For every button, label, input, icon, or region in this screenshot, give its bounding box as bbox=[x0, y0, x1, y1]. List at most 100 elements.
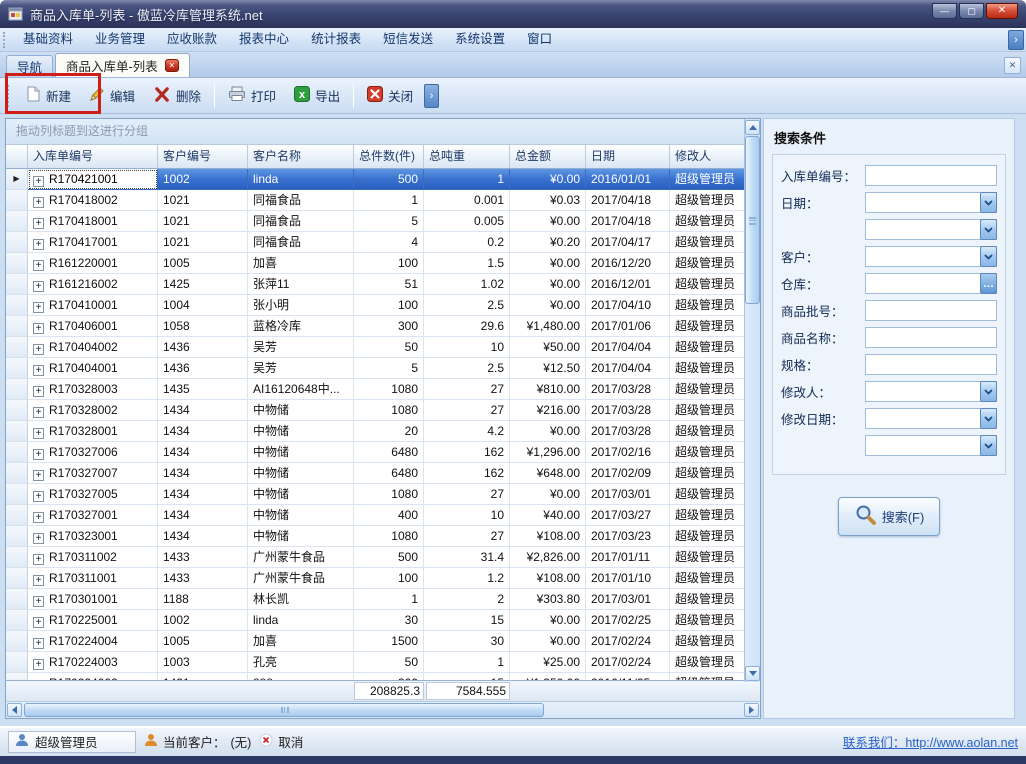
expand-plus-icon[interactable]: + bbox=[33, 554, 44, 565]
grid-cell[interactable]: +R170327001 bbox=[28, 505, 158, 526]
maximize-button[interactable]: ▢ bbox=[959, 3, 984, 19]
grid-cell[interactable]: 2016/12/01 bbox=[586, 274, 670, 295]
grid-cell[interactable]: 超级管理员 bbox=[670, 337, 746, 358]
grid-cell[interactable]: linda bbox=[248, 169, 354, 190]
grid-cell[interactable]: 超级管理员 bbox=[670, 190, 746, 211]
grid-cell[interactable]: ¥648.00 bbox=[510, 463, 586, 484]
chevron-down-icon[interactable] bbox=[980, 408, 997, 429]
grid-cell[interactable]: 1004 bbox=[158, 295, 248, 316]
grid-cell[interactable]: 31.4 bbox=[424, 547, 510, 568]
toolbar-button-打印[interactable]: 打印 bbox=[219, 82, 285, 109]
grid-cell[interactable]: 超级管理员 bbox=[670, 610, 746, 631]
grid-cell[interactable]: 2016/11/25 bbox=[586, 673, 670, 680]
grid-cell[interactable]: 孔亮 bbox=[248, 652, 354, 673]
column-header-总金额[interactable]: 总金额 bbox=[510, 145, 586, 169]
search-input-客户[interactable] bbox=[865, 246, 997, 267]
chevron-down-icon[interactable] bbox=[980, 381, 997, 402]
expand-plus-icon[interactable]: + bbox=[33, 344, 44, 355]
grid-cell[interactable]: 2017/03/27 bbox=[586, 505, 670, 526]
grid-cell[interactable]: 1005 bbox=[158, 253, 248, 274]
grid-cell[interactable]: 超级管理员 bbox=[670, 631, 746, 652]
grid-cell[interactable]: 100 bbox=[354, 253, 424, 274]
grid-cell[interactable]: 6480 bbox=[354, 442, 424, 463]
grid-cell[interactable]: 中物储 bbox=[248, 484, 354, 505]
table-row[interactable]: +R1703110011433广州蒙牛食品1001.2¥108.002017/0… bbox=[6, 568, 746, 589]
menu-item-7[interactable]: 系统设置 bbox=[444, 28, 516, 51]
grid-cell[interactable]: 4.2 bbox=[424, 421, 510, 442]
table-row[interactable]: ▶+R1704210011002linda5001¥0.002016/01/01… bbox=[6, 169, 746, 190]
chevron-down-icon[interactable] bbox=[980, 246, 997, 267]
grid-cell[interactable]: 1 bbox=[354, 190, 424, 211]
grid-cell[interactable]: +R170328002 bbox=[28, 400, 158, 421]
grid-cell[interactable]: 2017/03/28 bbox=[586, 400, 670, 421]
grid-cell[interactable]: 1434 bbox=[158, 463, 248, 484]
grid-cell[interactable]: 0.2 bbox=[424, 232, 510, 253]
grid-cell[interactable]: 2017/04/18 bbox=[586, 211, 670, 232]
chevron-down-icon[interactable] bbox=[980, 192, 997, 213]
grid-cell[interactable]: 500 bbox=[354, 547, 424, 568]
column-header-日期[interactable]: 日期 bbox=[586, 145, 670, 169]
grid-cell[interactable]: 1003 bbox=[158, 652, 248, 673]
contact-us-link[interactable]: 联系我们：http://www.aolan.net bbox=[843, 732, 1018, 751]
grid-cell[interactable]: ¥0.00 bbox=[510, 295, 586, 316]
grid-cell[interactable]: 广州蒙牛食品 bbox=[248, 568, 354, 589]
grid-cell[interactable]: 同福食品 bbox=[248, 190, 354, 211]
grid-cell[interactable]: 5 bbox=[354, 358, 424, 379]
grid-cell[interactable]: 中物储 bbox=[248, 526, 354, 547]
expand-plus-icon[interactable]: + bbox=[33, 575, 44, 586]
table-row[interactable]: +R170224002143188830015¥1,350.002016/11/… bbox=[6, 673, 746, 680]
grid-cell[interactable]: +R161220001 bbox=[28, 253, 158, 274]
grid-cell[interactable]: 1080 bbox=[354, 400, 424, 421]
table-row[interactable]: +R1703230011434中物储108027¥108.002017/03/2… bbox=[6, 526, 746, 547]
toolbar-button-导出[interactable]: x导出 bbox=[285, 82, 349, 109]
grid-cell[interactable]: 2017/02/16 bbox=[586, 442, 670, 463]
grid-cell[interactable]: 1500 bbox=[354, 631, 424, 652]
grid-cell[interactable]: 2017/02/09 bbox=[586, 463, 670, 484]
table-row[interactable]: +R1704180011021同福食品50.005¥0.002017/04/18… bbox=[6, 211, 746, 232]
grid-cell[interactable]: 2017/02/24 bbox=[586, 652, 670, 673]
grid-cell[interactable]: ¥25.00 bbox=[510, 652, 586, 673]
grid-cell[interactable]: 加喜 bbox=[248, 631, 354, 652]
grid-cell[interactable]: 10 bbox=[424, 337, 510, 358]
grid-cell[interactable]: 1080 bbox=[354, 379, 424, 400]
grid-cell[interactable]: 中物储 bbox=[248, 421, 354, 442]
toolbar-button-删除[interactable]: 删除 bbox=[144, 82, 210, 110]
grid-cell[interactable]: 超级管理员 bbox=[670, 568, 746, 589]
grid-cell[interactable]: 50 bbox=[354, 652, 424, 673]
expand-plus-icon[interactable]: + bbox=[33, 260, 44, 271]
search-input-入库单编号[interactable] bbox=[865, 165, 997, 186]
grid-cell[interactable]: 1434 bbox=[158, 421, 248, 442]
tabstrip-close-icon[interactable]: ✕ bbox=[1004, 57, 1021, 74]
grid-cell[interactable]: 1002 bbox=[158, 169, 248, 190]
expand-plus-icon[interactable]: + bbox=[33, 596, 44, 607]
grid-cell[interactable]: 1002 bbox=[158, 610, 248, 631]
grid-cell[interactable]: 超级管理员 bbox=[670, 547, 746, 568]
search-input-extra-2[interactable] bbox=[865, 219, 997, 240]
scroll-down-icon[interactable] bbox=[745, 666, 760, 681]
grid-cell[interactable]: 1080 bbox=[354, 526, 424, 547]
grid-cell[interactable]: 2017/03/01 bbox=[586, 589, 670, 610]
grid-cell[interactable]: 1021 bbox=[158, 190, 248, 211]
grid-cell[interactable]: +R170328003 bbox=[28, 379, 158, 400]
grid-cell[interactable]: 1433 bbox=[158, 547, 248, 568]
grid-cell[interactable]: 2017/02/25 bbox=[586, 610, 670, 631]
grid-cell[interactable]: ¥0.00 bbox=[510, 211, 586, 232]
group-by-bar[interactable]: 拖动列标题到这进行分组 bbox=[6, 119, 760, 145]
grid-cell[interactable]: +R170323001 bbox=[28, 526, 158, 547]
table-row[interactable]: +R1704100011004张小明1002.5¥0.002017/04/10超… bbox=[6, 295, 746, 316]
column-header-入库单编号[interactable]: 入库单编号 bbox=[28, 145, 158, 169]
grid-cell[interactable]: ¥216.00 bbox=[510, 400, 586, 421]
expand-plus-icon[interactable]: + bbox=[33, 218, 44, 229]
expand-plus-icon[interactable]: + bbox=[33, 176, 44, 187]
table-row[interactable]: +R1703110021433广州蒙牛食品50031.4¥2,826.00201… bbox=[6, 547, 746, 568]
grid-cell[interactable]: ¥0.00 bbox=[510, 253, 586, 274]
grid-cell[interactable]: 27 bbox=[424, 484, 510, 505]
grid-cell[interactable]: 2017/01/11 bbox=[586, 547, 670, 568]
grid-cell[interactable]: 1434 bbox=[158, 400, 248, 421]
grid-cell[interactable]: 0.001 bbox=[424, 190, 510, 211]
grid-cell[interactable]: 30 bbox=[354, 610, 424, 631]
table-row[interactable]: +R1703280021434中物储108027¥216.002017/03/2… bbox=[6, 400, 746, 421]
expand-plus-icon[interactable]: + bbox=[33, 533, 44, 544]
close-button[interactable]: ✕ bbox=[986, 3, 1018, 19]
grid-cell[interactable]: ¥0.00 bbox=[510, 631, 586, 652]
